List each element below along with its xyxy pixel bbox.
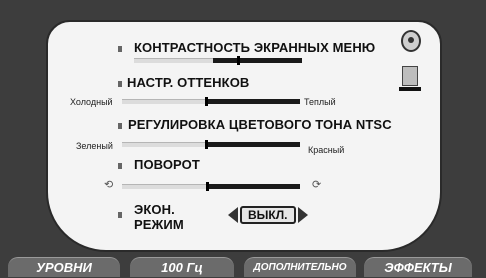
eco-mode-label-line1: ЭКОН. bbox=[134, 202, 175, 217]
ntsc-hue-slider[interactable] bbox=[122, 140, 300, 149]
rotate-left-icon: ⟲ bbox=[104, 179, 114, 191]
bullet-icon bbox=[118, 123, 122, 129]
slider-fill bbox=[213, 58, 302, 63]
slider-thumb[interactable] bbox=[237, 56, 240, 65]
ntsc-hue-label: РЕГУЛИРОВКА ЦВЕТОВОГО ТОНА NTSC bbox=[128, 117, 392, 132]
tint-left-label: Холодный bbox=[70, 97, 113, 107]
tab-advanced[interactable]: ДОПОЛНИТЕЛЬНО bbox=[244, 257, 356, 277]
osd-contrast-label: КОНТРАСТНОСТЬ ЭКРАННЫХ МЕНЮ bbox=[134, 40, 376, 55]
rotation-label: ПОВОРОТ bbox=[134, 157, 200, 172]
eco-mode-value: ВЫКЛ. bbox=[240, 206, 296, 224]
slider-thumb[interactable] bbox=[205, 97, 208, 106]
osd-contrast-slider[interactable] bbox=[134, 56, 302, 65]
ntsc-right-label: Красный bbox=[308, 145, 345, 155]
slider-fill bbox=[206, 184, 300, 189]
eco-mode-label-line2: РЕЖИМ bbox=[134, 217, 184, 232]
tint-label: НАСТР. ОТТЕНКОВ bbox=[127, 75, 250, 90]
menu-disc-icon bbox=[401, 30, 421, 52]
bullet-icon bbox=[118, 81, 122, 87]
menu-tab-bar: УРОВНИ 100 Гц ДОПОЛНИТЕЛЬНО ЭФФЕКТЫ bbox=[0, 254, 486, 277]
bullet-icon bbox=[118, 212, 122, 218]
slider-thumb[interactable] bbox=[206, 182, 209, 191]
slider-thumb[interactable] bbox=[205, 140, 208, 149]
rotate-right-icon: ⟳ bbox=[312, 179, 322, 191]
ntsc-left-label: Зеленый bbox=[76, 141, 113, 151]
bullet-icon bbox=[118, 46, 122, 52]
tab-effects[interactable]: ЭФФЕКТЫ bbox=[364, 257, 472, 277]
chevron-left-icon[interactable] bbox=[228, 207, 238, 223]
tab-levels[interactable]: УРОВНИ bbox=[8, 257, 120, 277]
chevron-right-icon[interactable] bbox=[297, 207, 308, 223]
tint-slider[interactable] bbox=[122, 97, 300, 106]
eco-mode-selector[interactable]: ВЫКЛ. bbox=[228, 206, 308, 224]
rotation-slider[interactable] bbox=[122, 182, 300, 191]
monitor-icon bbox=[399, 66, 421, 91]
slider-fill bbox=[206, 99, 300, 104]
tab-100hz[interactable]: 100 Гц bbox=[130, 257, 234, 277]
eco-mode-label: ЭКОН. РЕЖИМ bbox=[134, 202, 184, 232]
tint-right-label: Теплый bbox=[304, 97, 336, 107]
bullet-icon bbox=[118, 163, 122, 169]
slider-fill bbox=[206, 142, 300, 147]
